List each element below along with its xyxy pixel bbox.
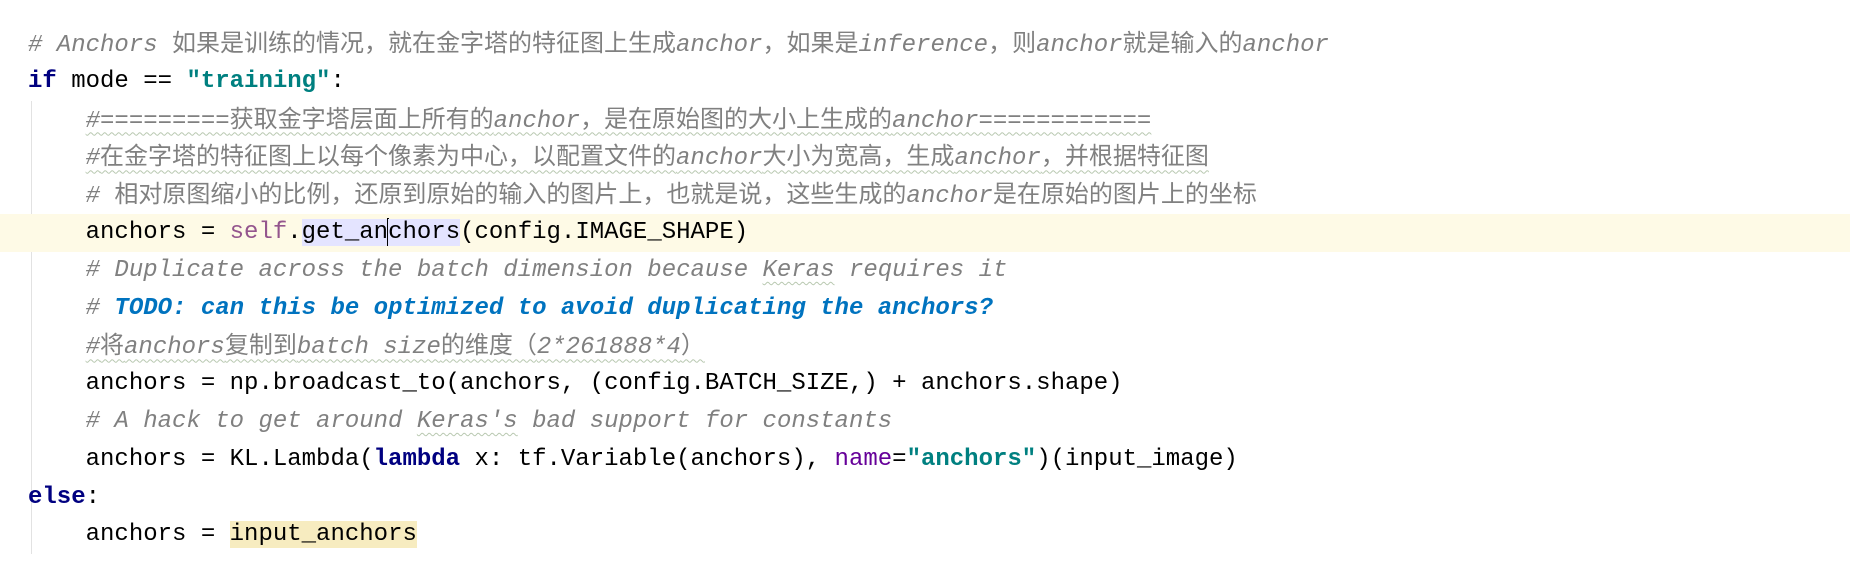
- code-token: anchor: [676, 145, 763, 173]
- code-token: x: tf.Variable(anchors),: [460, 445, 835, 473]
- code-token: # Anchors: [28, 32, 173, 59]
- code-token: chors: [388, 218, 461, 246]
- code-token: anchors: [124, 334, 225, 362]
- code-lines[interactable]: # Anchors 如果是训练的情况，就在金字塔的特征图上生成anchor，如果…: [0, 25, 1850, 554]
- code-token: anchor: [1036, 32, 1123, 59]
- code-token: 复制到: [224, 331, 297, 360]
- code-token: batch size: [296, 334, 441, 362]
- code-token: anchor: [954, 145, 1041, 173]
- code-token: ，是在原始图的大小上生成的: [580, 104, 893, 133]
- code-token: "training": [186, 67, 331, 95]
- code-token: anchors = np.broadcast_to(anchors, (conf…: [85, 370, 1123, 398]
- code-token: (config.IMAGE_SHAPE): [460, 218, 749, 246]
- code-token: 的维度（: [440, 331, 537, 360]
- code-line[interactable]: #=========获取金字塔层面上所有的anchor，是在原始图的大小上生成的…: [0, 101, 1850, 139]
- code-line[interactable]: # A hack to get around Keras's bad suppo…: [0, 403, 1850, 441]
- code-token: # A hack to get around: [85, 407, 417, 435]
- code-line[interactable]: #在金字塔的特征图上以每个像素为中心，以配置文件的anchor大小为宽高，生成a…: [0, 138, 1850, 176]
- code-token: 将: [100, 331, 125, 360]
- code-token: self: [229, 218, 288, 246]
- code-token: name: [834, 445, 893, 473]
- code-token: 大小为宽高，生成: [762, 142, 955, 171]
- code-token: .: [287, 218, 302, 246]
- code-token: inference: [858, 32, 989, 59]
- code-token: get_an: [301, 218, 389, 246]
- code-line[interactable]: if mode == "training":: [0, 63, 1850, 101]
- code-line[interactable]: # 相对原图缩小的比例，还原到原始的输入的图片上，也就是说，这些生成的ancho…: [0, 176, 1850, 214]
- code-token: ，如果是: [762, 29, 859, 57]
- code-token: anchor============: [892, 107, 1152, 135]
- code-token: anchors =: [85, 521, 230, 549]
- code-token: 就是输入的: [1122, 29, 1243, 57]
- code-line[interactable]: anchors = input_anchors: [0, 516, 1850, 554]
- code-token: #: [85, 294, 115, 322]
- code-token: 如果是训练的情况，就在金字塔的特征图上生成: [172, 29, 677, 57]
- code-line[interactable]: # TODO: can this be optimized to avoid d…: [0, 290, 1850, 328]
- code-editor[interactable]: # Anchors 如果是训练的情况，就在金字塔的特征图上生成anchor，如果…: [0, 25, 1850, 555]
- code-token: ）: [680, 331, 705, 360]
- code-token: bad support for constants: [517, 407, 893, 435]
- code-token: else: [28, 483, 86, 511]
- code-token: anchor: [1242, 32, 1329, 59]
- code-token: # Duplicate across the batch dimension b…: [85, 256, 763, 284]
- code-token: requires it: [834, 256, 1008, 284]
- code-token: TODO: can this be optimized to avoid dup…: [114, 294, 993, 322]
- code-line-current[interactable]: anchors = self.get_anchors(config.IMAGE_…: [0, 213, 1850, 252]
- code-token: #: [85, 334, 101, 362]
- code-token: "anchors": [906, 445, 1037, 473]
- code-token: )(input_image): [1036, 445, 1238, 473]
- code-token: ，并根据特征图: [1040, 142, 1209, 171]
- code-token: Keras: [762, 256, 835, 284]
- code-token: =: [892, 445, 907, 473]
- code-token: 是在原始的图片上的坐标: [992, 180, 1257, 209]
- code-line[interactable]: anchors = KL.Lambda(lambda x: tf.Variabl…: [0, 441, 1850, 479]
- code-token: #: [85, 183, 115, 211]
- code-line[interactable]: anchors = np.broadcast_to(anchors, (conf…: [0, 365, 1850, 403]
- code-token: anchors = KL.Lambda(: [85, 445, 374, 473]
- code-token: 相对原图缩小的比例，还原到原始的输入的图片上，也就是说，这些生成的: [114, 180, 907, 209]
- code-token: anchor: [493, 107, 581, 135]
- code-token: 在金字塔的特征图上以每个像素为中心，以配置文件的: [100, 142, 677, 171]
- code-token: if: [28, 67, 57, 95]
- code-token: :: [330, 67, 345, 95]
- code-line[interactable]: # Duplicate across the batch dimension b…: [0, 252, 1850, 290]
- code-token: lambda: [373, 445, 461, 473]
- code-token: ，则: [988, 29, 1037, 57]
- code-token: #: [85, 145, 101, 173]
- code-token: anchors =: [85, 218, 230, 246]
- code-token: input_anchors: [229, 521, 417, 549]
- code-token: anchor: [676, 32, 763, 59]
- code-token: #=========: [85, 107, 230, 135]
- code-token: 2*261888*4: [536, 334, 681, 362]
- code-token: mode ==: [56, 67, 187, 95]
- code-line[interactable]: else:: [0, 479, 1850, 517]
- code-token: 获取金字塔层面上所有的: [229, 104, 494, 133]
- code-token: anchor: [906, 183, 993, 211]
- code-token: Keras's: [416, 407, 518, 435]
- code-token: :: [85, 483, 101, 511]
- code-line[interactable]: #将anchors复制到batch size的维度（2*261888*4）: [0, 327, 1850, 365]
- code-line[interactable]: # Anchors 如果是训练的情况，就在金字塔的特征图上生成anchor，如果…: [0, 25, 1850, 63]
